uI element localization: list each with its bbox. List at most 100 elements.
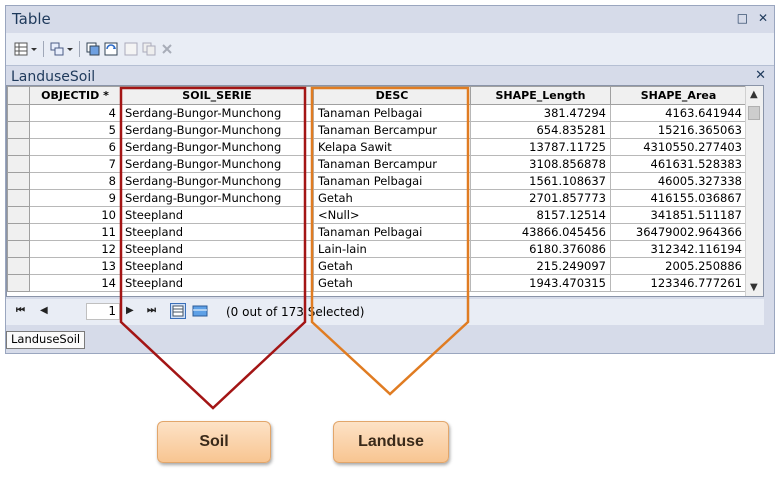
cell-shape-length[interactable]: 43866.045456 xyxy=(470,223,611,241)
row-selector[interactable] xyxy=(7,138,30,156)
row-selector[interactable] xyxy=(7,172,30,190)
cell-shape-length[interactable]: 654.835281 xyxy=(470,121,611,139)
cell-desc[interactable]: Kelapa Sawit xyxy=(313,138,471,156)
cell-soil-serie[interactable]: Steepland xyxy=(120,274,314,292)
cell-desc[interactable]: Getah xyxy=(313,257,471,275)
cell-shape-length[interactable]: 3108.856878 xyxy=(470,155,611,173)
cell-shape-area[interactable]: 123346.777261 xyxy=(610,274,747,292)
cell-soil-serie[interactable]: Serdang-Bungor-Munchong xyxy=(120,172,314,190)
column-header-shape-length[interactable]: SHAPE_Length xyxy=(470,86,611,105)
cell-soil-serie[interactable]: Steepland xyxy=(120,240,314,258)
cell-desc[interactable]: Tanaman Bercampur xyxy=(313,121,471,139)
cell-shape-area[interactable]: 46005.327338 xyxy=(610,172,747,190)
cell-shape-area[interactable]: 4310550.277403 xyxy=(610,138,747,156)
cell-desc[interactable]: Tanaman Pelbagai xyxy=(313,104,471,122)
cell-soil-serie[interactable]: Steepland xyxy=(120,206,314,224)
close-table-icon[interactable]: ✕ xyxy=(755,68,766,83)
column-header-soil-serie[interactable]: SOIL_SERIE xyxy=(120,86,314,105)
table-row[interactable]: 4 Serdang-Bungor-Munchong Tanaman Pelbagai… xyxy=(7,104,747,122)
cell-desc[interactable]: <Null> xyxy=(313,206,471,224)
cell-shape-length[interactable]: 13787.11725 xyxy=(470,138,611,156)
close-icon[interactable]: ✕ xyxy=(758,11,768,25)
row-selector[interactable] xyxy=(7,206,30,224)
show-all-records-icon[interactable] xyxy=(170,303,186,319)
table-row[interactable]: 6 Serdang-Bungor-Munchong Kelapa Sawit 1378… xyxy=(7,138,747,156)
table-row[interactable]: 14 Steepland Getah 1943.470315 123346.777261 xyxy=(7,274,747,292)
cell-desc[interactable]: Tanaman Pelbagai xyxy=(313,172,471,190)
cell-shape-area[interactable]: 36479002.964366 xyxy=(610,223,747,241)
table-row[interactable]: 11 Steepland Tanaman Pelbagai 43866.045456 3… xyxy=(7,223,747,241)
related-tables-dropdown-icon[interactable] xyxy=(66,42,74,56)
cell-shape-length[interactable]: 381.47294 xyxy=(470,104,611,122)
show-selected-records-icon[interactable] xyxy=(192,303,208,319)
cell-shape-area[interactable]: 416155.036867 xyxy=(610,189,747,207)
cell-objectid[interactable]: 12 xyxy=(29,240,121,258)
cell-objectid[interactable]: 7 xyxy=(29,155,121,173)
cell-desc[interactable]: Getah xyxy=(313,189,471,207)
cell-soil-serie[interactable]: Serdang-Bungor-Munchong xyxy=(120,104,314,122)
cell-objectid[interactable]: 10 xyxy=(29,206,121,224)
cell-shape-area[interactable]: 341851.511187 xyxy=(610,206,747,224)
cell-shape-length[interactable]: 6180.376086 xyxy=(470,240,611,258)
table-name[interactable]: LanduseSoil xyxy=(11,69,95,85)
cell-shape-area[interactable]: 461631.528383 xyxy=(610,155,747,173)
row-selector[interactable] xyxy=(7,274,30,292)
cell-soil-serie[interactable]: Steepland xyxy=(120,257,314,275)
cell-shape-area[interactable]: 2005.250886 xyxy=(610,257,747,275)
table-row[interactable]: 8 Serdang-Bungor-Munchong Tanaman Pelbagai… xyxy=(7,172,747,190)
bottom-table-tab[interactable]: LanduseSoil xyxy=(6,331,86,349)
cell-shape-length[interactable]: 1561.108637 xyxy=(470,172,611,190)
scroll-up-icon[interactable]: ▲ xyxy=(750,89,758,100)
cell-desc[interactable]: Tanaman Bercampur xyxy=(313,155,471,173)
cell-objectid[interactable]: 14 xyxy=(29,274,121,292)
row-selector[interactable] xyxy=(7,155,30,173)
last-record-icon[interactable]: ⏭ xyxy=(147,305,156,316)
table-options-dropdown-icon[interactable] xyxy=(30,42,38,56)
cell-objectid[interactable]: 6 xyxy=(29,138,121,156)
cell-objectid[interactable]: 9 xyxy=(29,189,121,207)
row-selector[interactable] xyxy=(7,121,30,139)
table-row[interactable]: 12 Steepland Lain-lain 6180.376086 312342.11… xyxy=(7,240,747,258)
cell-objectid[interactable]: 4 xyxy=(29,104,121,122)
column-header-shape-area[interactable]: SHAPE_Area xyxy=(610,86,747,105)
table-options-icon[interactable] xyxy=(14,42,28,56)
table-row[interactable]: 9 Serdang-Bungor-Munchong Getah 2701.857773… xyxy=(7,189,747,207)
cell-shape-area[interactable]: 15216.365063 xyxy=(610,121,747,139)
cell-objectid[interactable]: 5 xyxy=(29,121,121,139)
table-row[interactable]: 5 Serdang-Bungor-Munchong Tanaman Bercampu… xyxy=(7,121,747,139)
vertical-scrollbar[interactable]: ▲ ▼ xyxy=(745,86,763,296)
column-header-objectid[interactable]: OBJECTID * xyxy=(29,86,121,105)
select-by-attributes-icon[interactable] xyxy=(86,42,100,56)
row-selector[interactable] xyxy=(7,240,30,258)
scroll-thumb[interactable] xyxy=(748,106,760,120)
row-selector-header[interactable] xyxy=(7,86,30,105)
row-selector[interactable] xyxy=(7,189,30,207)
related-tables-icon[interactable] xyxy=(50,42,64,56)
table-row[interactable]: 13 Steepland Getah 215.249097 2005.250886 xyxy=(7,257,747,275)
scroll-down-icon[interactable]: ▼ xyxy=(750,282,758,293)
column-header-desc[interactable]: DESC xyxy=(313,86,471,105)
cell-soil-serie[interactable]: Serdang-Bungor-Munchong xyxy=(120,138,314,156)
cell-shape-length[interactable]: 8157.12514 xyxy=(470,206,611,224)
table-row[interactable]: 10 Steepland <Null> 8157.12514 341851.511187 xyxy=(7,206,747,224)
cell-shape-area[interactable]: 312342.116194 xyxy=(610,240,747,258)
row-selector[interactable] xyxy=(7,223,30,241)
cell-desc[interactable]: Lain-lain xyxy=(313,240,471,258)
cell-desc[interactable]: Tanaman Pelbagai xyxy=(313,223,471,241)
cell-shape-area[interactable]: 4163.641944 xyxy=(610,104,747,122)
cell-objectid[interactable]: 8 xyxy=(29,172,121,190)
cell-desc[interactable]: Getah xyxy=(313,274,471,292)
cell-soil-serie[interactable]: Serdang-Bungor-Munchong xyxy=(120,155,314,173)
table-row[interactable]: 7 Serdang-Bungor-Munchong Tanaman Bercampu… xyxy=(7,155,747,173)
cell-objectid[interactable]: 13 xyxy=(29,257,121,275)
cell-soil-serie[interactable]: Serdang-Bungor-Munchong xyxy=(120,121,314,139)
cell-objectid[interactable]: 11 xyxy=(29,223,121,241)
cell-shape-length[interactable]: 1943.470315 xyxy=(470,274,611,292)
cell-shape-length[interactable]: 2701.857773 xyxy=(470,189,611,207)
previous-record-icon[interactable]: ◀ xyxy=(40,305,48,316)
row-selector[interactable] xyxy=(7,104,30,122)
next-record-icon[interactable]: ▶ xyxy=(126,305,134,316)
current-record-field[interactable]: 1 xyxy=(86,303,120,320)
cell-soil-serie[interactable]: Serdang-Bungor-Munchong xyxy=(120,189,314,207)
first-record-icon[interactable]: ⏮ xyxy=(16,305,25,316)
